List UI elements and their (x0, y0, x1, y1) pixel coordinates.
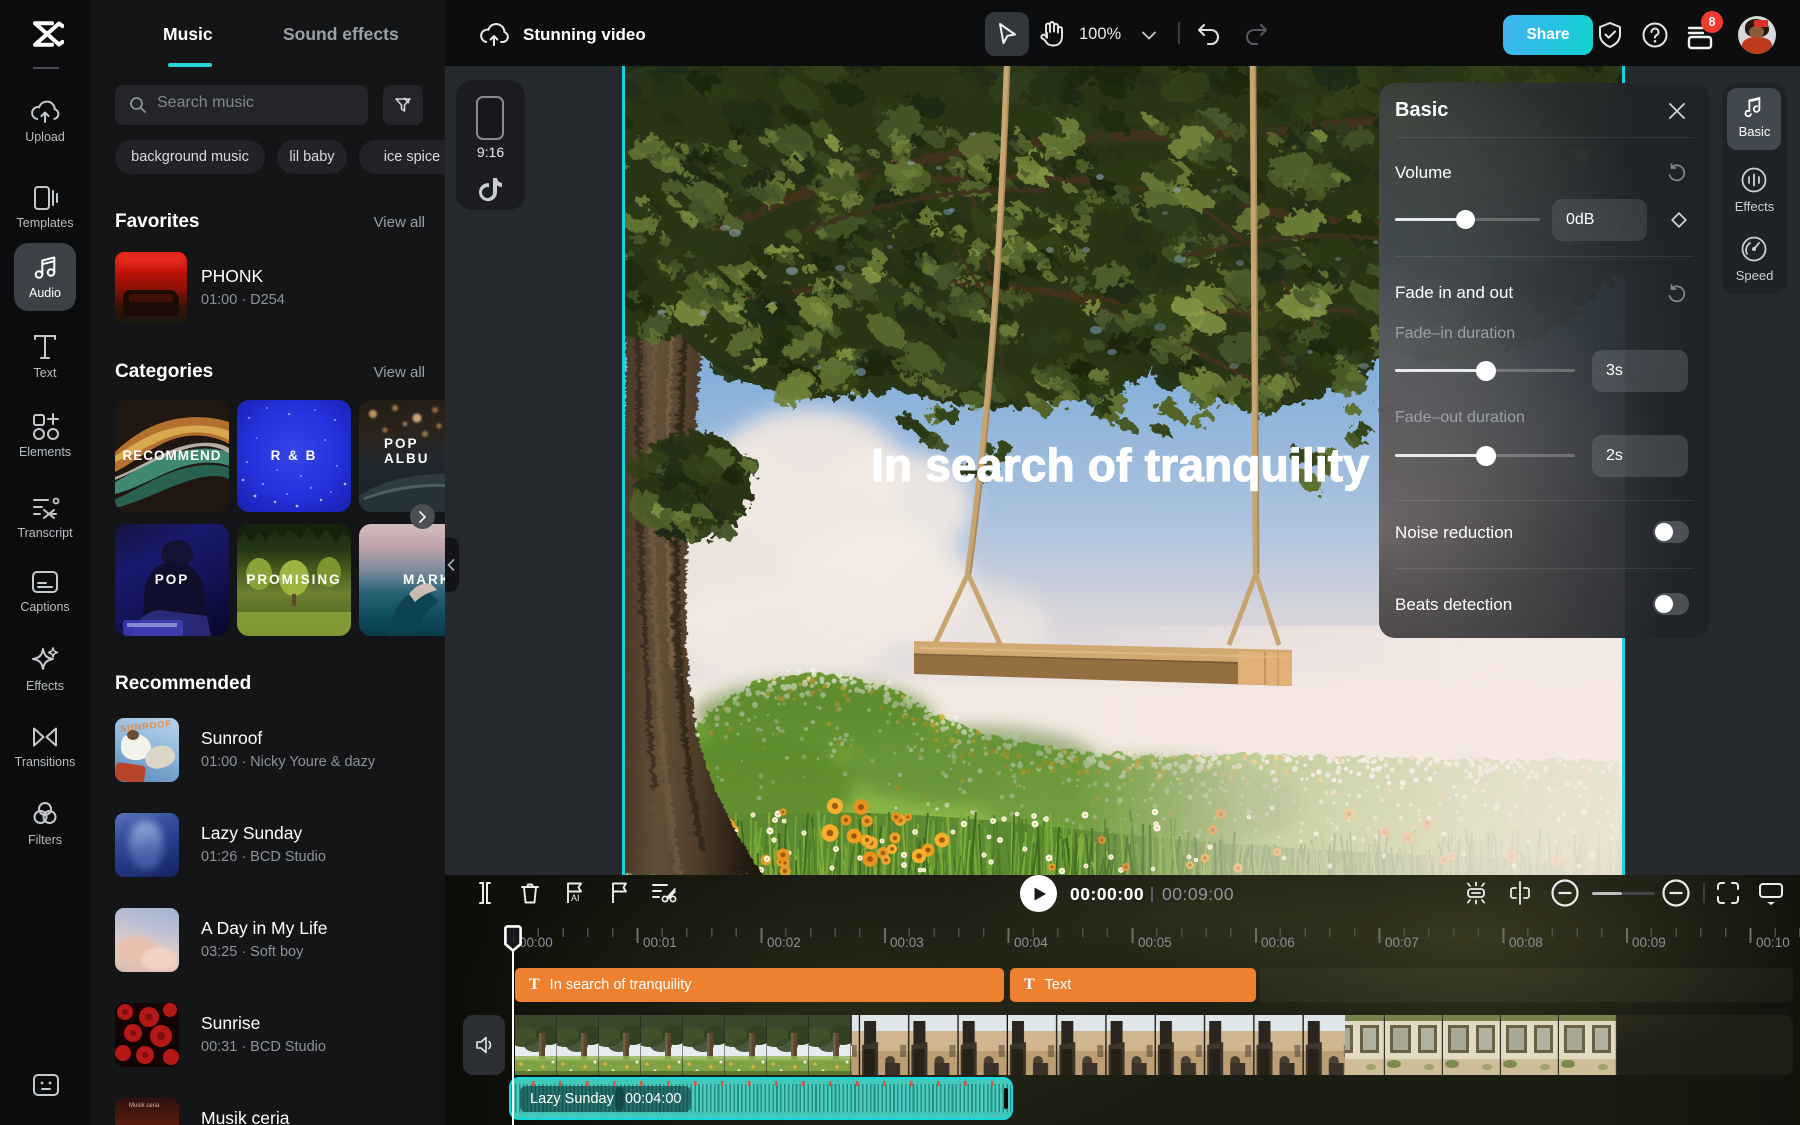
svg-text:AI: AI (571, 893, 580, 903)
